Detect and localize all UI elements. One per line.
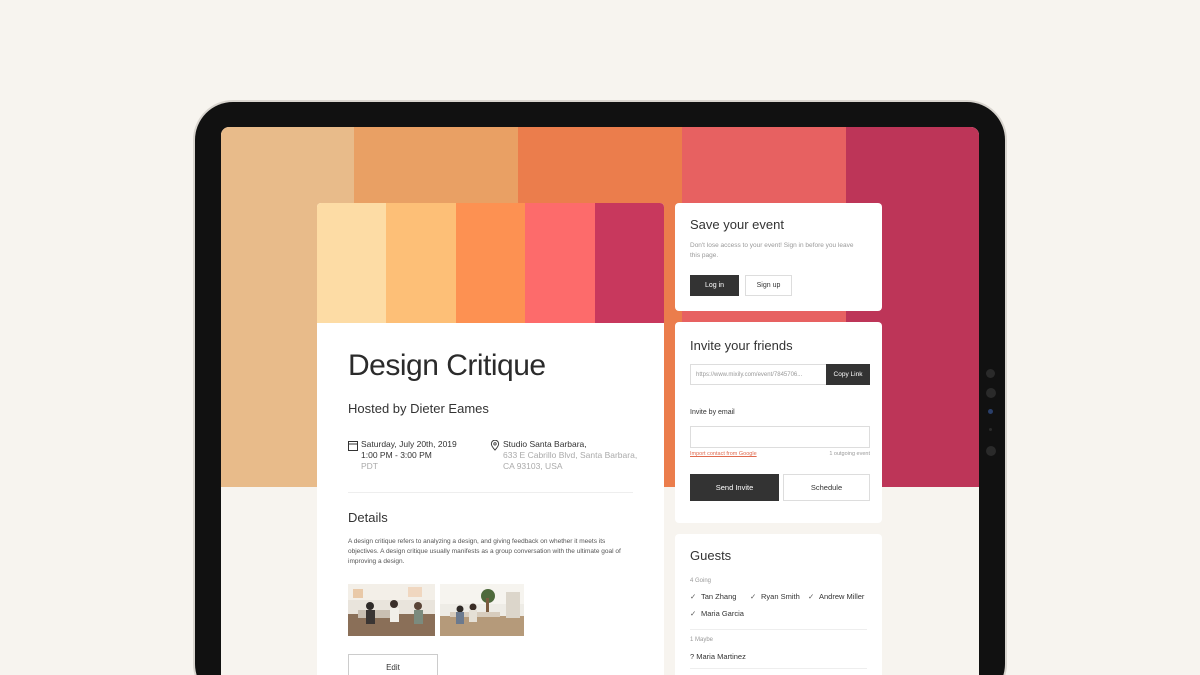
divider bbox=[348, 492, 633, 493]
event-address-line2: CA 93103, USA bbox=[503, 461, 563, 471]
event-card: Design Critique Hosted by Dieter Eames S… bbox=[317, 203, 664, 675]
camera-dot bbox=[986, 388, 996, 398]
divider bbox=[690, 668, 867, 669]
sensor-dot bbox=[988, 409, 993, 414]
login-button[interactable]: Log in bbox=[690, 275, 739, 296]
cover-swatch-4 bbox=[525, 203, 595, 323]
signup-button[interactable]: Sign up bbox=[745, 275, 792, 296]
guest-going[interactable]: ✓ Maria Garcia bbox=[690, 609, 744, 618]
save-event-card: Save your event Don't lose access to you… bbox=[675, 203, 882, 311]
camera-dot bbox=[986, 446, 996, 456]
event-timezone: PDT bbox=[361, 461, 378, 471]
guests-card: Guests 4 Going ✓ Tan Zhang ✓ Ryan Smith ✓ A… bbox=[675, 534, 882, 675]
event-date: Saturday, July 20th, 2019 bbox=[361, 439, 457, 449]
invite-email-label: Invite by email bbox=[690, 409, 735, 416]
location-pin-icon bbox=[490, 440, 500, 451]
guest-name: Andrew Miller bbox=[819, 592, 865, 601]
event-time: 1:00 PM - 3:00 PM bbox=[361, 450, 432, 460]
invite-heading: Invite your friends bbox=[690, 338, 793, 353]
event-photo-1[interactable] bbox=[348, 584, 435, 636]
check-icon: ✓ bbox=[750, 592, 757, 601]
copy-link-button[interactable]: Copy Link bbox=[826, 364, 870, 385]
check-icon: ✓ bbox=[808, 592, 815, 601]
maybe-count: 1 Maybe bbox=[690, 637, 714, 643]
save-event-heading: Save your event bbox=[690, 217, 784, 232]
event-address-line1: 633 E Cabrillo Blvd, Santa Barbara, bbox=[503, 450, 638, 460]
edit-button[interactable]: Edit bbox=[348, 654, 438, 675]
event-photo-2[interactable] bbox=[440, 584, 527, 636]
event-location: Studio Santa Barbara, 633 E Cabrillo Blv… bbox=[503, 439, 637, 472]
sensor-dot bbox=[989, 428, 992, 431]
cover-swatch-2 bbox=[386, 203, 456, 323]
cover-swatch-1 bbox=[317, 203, 387, 323]
import-google-contacts-link[interactable]: Import contact from Google bbox=[690, 451, 757, 457]
cover-swatch-5 bbox=[594, 203, 664, 323]
going-count: 4 Going bbox=[690, 578, 712, 584]
schedule-button[interactable]: Schedule bbox=[783, 474, 870, 501]
event-title: Design Critique bbox=[348, 349, 546, 382]
check-icon: ✓ bbox=[690, 592, 697, 601]
guest-name: Tan Zhang bbox=[701, 592, 737, 601]
check-icon: ✓ bbox=[690, 609, 697, 618]
invite-friends-card: Invite your friends https://www.mixily.c… bbox=[675, 322, 882, 523]
guest-going[interactable]: ✓ Ryan Smith bbox=[750, 592, 800, 601]
event-venue: Studio Santa Barbara, bbox=[503, 439, 587, 449]
event-host: Hosted by Dieter Eames bbox=[348, 401, 489, 416]
event-description: A design critique refers to analyzing a … bbox=[348, 538, 621, 565]
guest-going[interactable]: ✓ Tan Zhang bbox=[690, 592, 736, 601]
guest-name: Ryan Smith bbox=[761, 592, 800, 601]
save-event-text: Don't lose access to your event! Sign in… bbox=[690, 242, 854, 259]
guest-name: Maria Garcia bbox=[701, 609, 744, 618]
cover-swatch-3 bbox=[455, 203, 526, 323]
event-link-field[interactable]: https://www.mixily.com/event/7845706... bbox=[690, 364, 826, 385]
event-cover bbox=[317, 203, 664, 323]
divider bbox=[690, 629, 867, 630]
event-datetime: Saturday, July 20th, 2019 1:00 PM - 3:00… bbox=[361, 439, 457, 472]
camera-dot bbox=[986, 369, 995, 378]
guest-maybe[interactable]: ? Maria Martinez bbox=[690, 652, 746, 661]
calendar-icon bbox=[348, 441, 358, 451]
outgoing-count: 1 outgoing event bbox=[829, 451, 870, 457]
details-heading: Details bbox=[348, 510, 388, 525]
send-invite-button[interactable]: Send Invite bbox=[690, 474, 779, 501]
guests-heading: Guests bbox=[690, 548, 732, 563]
guest-going[interactable]: ✓ Andrew Miller bbox=[808, 592, 864, 601]
invite-email-field[interactable] bbox=[690, 426, 870, 448]
